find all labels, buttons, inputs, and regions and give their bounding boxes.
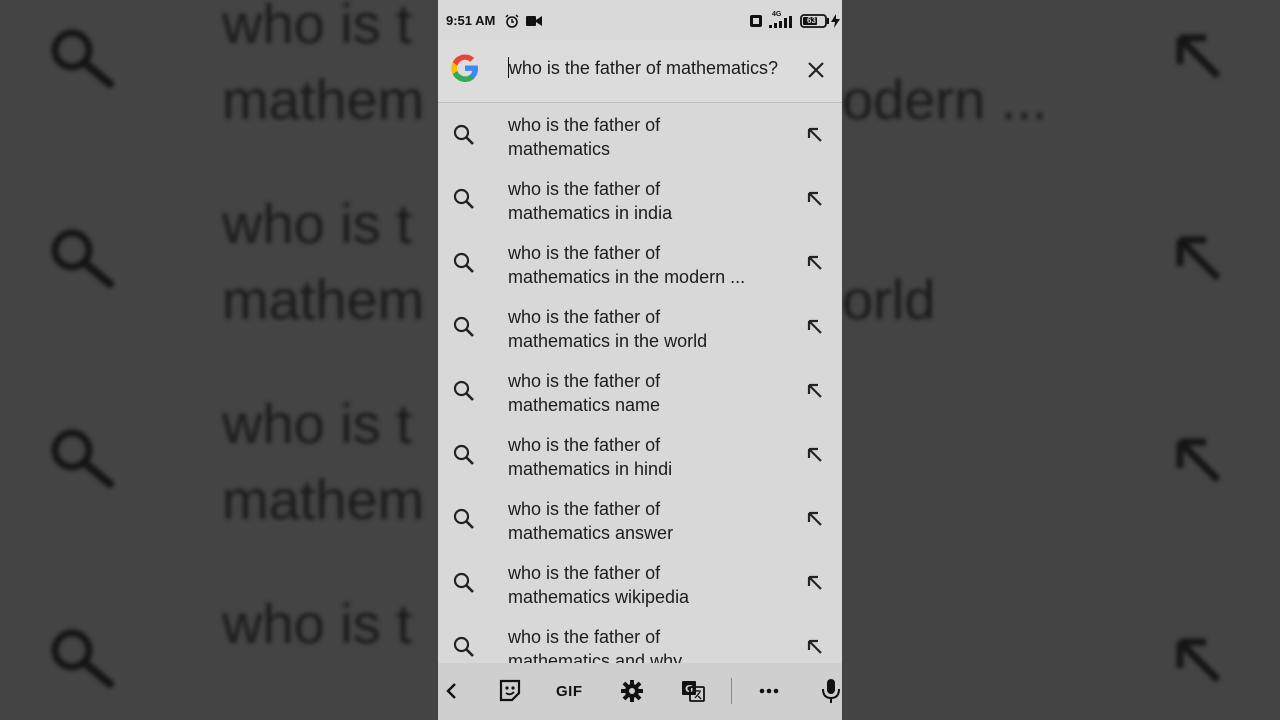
fill-query-arrow-icon[interactable]	[805, 509, 825, 529]
fill-query-arrow-icon[interactable]	[805, 125, 825, 145]
suggestion-label: who is the father of mathematics in india	[508, 179, 673, 223]
sticker-icon[interactable]	[497, 678, 523, 704]
translate-icon[interactable]: G	[680, 678, 706, 704]
suggestion-label: who is the father of mathematics	[508, 115, 661, 159]
alarm-icon	[505, 14, 519, 28]
search-icon	[453, 572, 474, 593]
suggestion-item[interactable]: who is the father of mathematics	[438, 103, 842, 167]
background-text: orld	[842, 268, 936, 331]
suggestion-list: who is the father of mathematics who is t…	[438, 103, 842, 663]
chevron-left-icon[interactable]	[442, 678, 462, 704]
keyboard-toolbar: GIF G	[438, 663, 842, 720]
background-text: mathem	[222, 68, 425, 131]
charging-icon	[831, 14, 840, 28]
gif-button[interactable]: GIF	[556, 683, 583, 709]
search-input[interactable]: who is the father of mathematics?	[508, 57, 778, 83]
fill-query-arrow-icon[interactable]	[805, 381, 825, 401]
arrow-up-left-icon	[1176, 34, 1221, 79]
background-left: who is t mathem who is t mathem who is t…	[0, 0, 438, 720]
search-query-text: who is the father of mathematics?	[508, 58, 778, 78]
search-icon	[51, 29, 114, 88]
background-text: mathem	[222, 468, 425, 531]
status-time: 9:51 AM	[446, 13, 496, 28]
background-text: mathem	[222, 268, 425, 331]
suggestion-item[interactable]: who is the father of mathematics and why	[438, 615, 842, 663]
arrow-up-left-icon	[1176, 438, 1221, 483]
suggestion-label: who is the father of mathematics name	[508, 371, 661, 415]
arrow-up-left-icon	[1176, 236, 1221, 281]
suggestion-item[interactable]: who is the father of mathematics in hindi	[438, 423, 842, 487]
signal-icon	[769, 16, 792, 28]
battery-level: 63	[807, 16, 816, 25]
arrow-up-left-icon	[1176, 638, 1221, 683]
suggestion-item[interactable]: who is the father of mathematics wikipedi…	[438, 551, 842, 615]
background-text: odern ...	[842, 68, 1048, 131]
suggestion-label: who is the father of mathematics in the w…	[508, 307, 708, 351]
search-icon	[453, 508, 474, 529]
google-logo-icon[interactable]	[447, 50, 483, 86]
search-bar: who is the father of mathematics?	[438, 40, 842, 103]
suggestion-label: who is the father of mathematics wikipedi…	[508, 563, 690, 607]
search-icon	[453, 316, 474, 337]
fill-query-arrow-icon[interactable]	[805, 253, 825, 273]
fill-query-arrow-icon[interactable]	[805, 317, 825, 337]
suggestion-label: who is the father of mathematics answer	[508, 499, 674, 543]
search-icon	[453, 124, 474, 145]
suggestion-item[interactable]: who is the father of mathematics in the w…	[438, 295, 842, 359]
fill-query-arrow-icon[interactable]	[805, 637, 825, 657]
suggestion-item[interactable]: who is the father of mathematics answer	[438, 487, 842, 551]
background-text: who is t	[222, 0, 412, 55]
suggestion-item[interactable]: who is the father of mathematics in india	[438, 167, 842, 231]
fill-query-arrow-icon[interactable]	[805, 573, 825, 593]
toolbar-divider	[731, 678, 732, 704]
gear-icon[interactable]	[619, 678, 645, 704]
fill-query-arrow-icon[interactable]	[805, 189, 825, 209]
status-bar: 9:51 AM 4G 63	[438, 0, 842, 40]
vibrate-icon	[750, 15, 762, 27]
search-icon	[453, 188, 474, 209]
search-icon	[453, 444, 474, 465]
phone-screen: 9:51 AM 4G 63 who is the father of mathe…	[438, 0, 842, 720]
suggestion-label: who is the father of mathematics in hindi	[508, 435, 673, 479]
close-icon[interactable]	[804, 58, 828, 82]
suggestion-label: who is the father of mathematics and why	[508, 627, 683, 663]
suggestion-item[interactable]: who is the father of mathematics in the m…	[438, 231, 842, 295]
search-icon	[51, 629, 114, 688]
fill-query-arrow-icon[interactable]	[805, 445, 825, 465]
microphone-icon[interactable]	[821, 678, 841, 704]
background-text: who is t	[222, 392, 412, 455]
search-icon	[51, 229, 114, 288]
search-icon	[453, 380, 474, 401]
background-text: who is t	[222, 592, 412, 655]
more-options-icon[interactable]	[758, 678, 780, 704]
background-text: who is t	[222, 192, 412, 255]
video-camera-icon	[526, 16, 542, 26]
suggestion-item[interactable]: who is the father of mathematics name	[438, 359, 842, 423]
search-icon	[453, 636, 474, 657]
background-right: odern ... orld	[842, 0, 1280, 720]
suggestion-label: who is the father of mathematics in the m…	[508, 243, 746, 287]
search-icon	[453, 252, 474, 273]
search-icon	[51, 429, 114, 488]
